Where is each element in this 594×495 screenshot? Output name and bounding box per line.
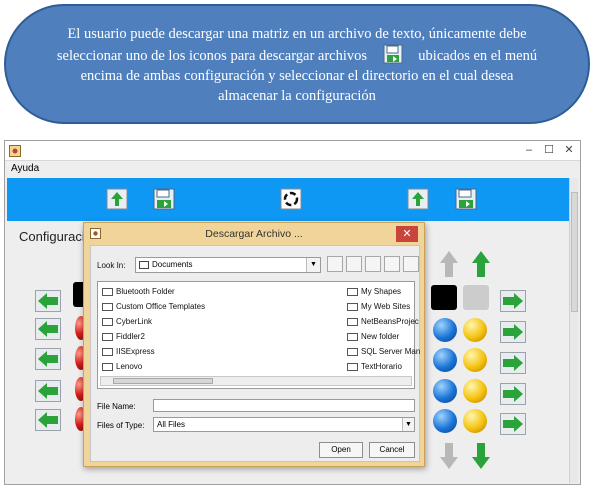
left-arrow-icon[interactable]	[35, 380, 61, 402]
right-arrow-icon[interactable]	[500, 290, 526, 312]
save-disk-icon[interactable]	[455, 188, 477, 210]
folder-icon	[102, 363, 113, 371]
upload-icon[interactable]	[407, 188, 429, 210]
matrix-cell[interactable]	[463, 348, 487, 372]
list-item[interactable]: Lenovo	[102, 361, 142, 373]
matrix-cell[interactable]	[431, 285, 457, 310]
left-arrow-icon[interactable]	[35, 409, 61, 431]
list-item[interactable]: Fiddler2	[102, 331, 145, 343]
file-type-label: Files of Type:	[97, 421, 145, 430]
file-name-label: File Name:	[97, 402, 136, 411]
matrix-cell[interactable]	[463, 285, 489, 310]
look-in-label: Look In:	[97, 261, 126, 270]
list-item[interactable]: IISExpress	[102, 346, 155, 358]
save-file-dialog: Descargar Archivo ... ✕ Look In: Documen…	[83, 222, 425, 467]
file-type-value: All Files	[157, 420, 186, 429]
folder-icon	[102, 303, 113, 311]
up-arrow-icon[interactable]	[470, 249, 492, 279]
reset-icon[interactable]	[280, 188, 302, 210]
folder-icon	[347, 333, 358, 341]
save-disk-icon[interactable]	[153, 188, 175, 210]
list-item[interactable]: TextHorario	[347, 361, 402, 373]
matrix-cell[interactable]	[463, 409, 487, 433]
title-bar: – ☐ ✕	[5, 141, 580, 161]
list-item[interactable]: My Web Sites	[347, 301, 410, 313]
java-app-icon	[9, 145, 21, 157]
right-arrow-icon[interactable]	[500, 352, 526, 374]
folder-icon	[102, 288, 113, 296]
dialog-body: Look In: Documents ▼ Bluetooth Folder Cu…	[90, 245, 420, 462]
close-button[interactable]: ✕	[562, 143, 576, 157]
folder-icon	[139, 261, 149, 269]
list-item[interactable]: Custom Office Templates	[102, 301, 205, 313]
right-arrow-icon[interactable]	[500, 383, 526, 405]
list-item[interactable]: Bluetooth Folder	[102, 286, 175, 298]
folder-icon	[347, 363, 358, 371]
minimize-button[interactable]: –	[522, 143, 536, 157]
chevron-down-icon[interactable]: ▼	[402, 418, 414, 431]
down-arrow-icon[interactable]	[470, 441, 492, 471]
java-app-icon	[90, 228, 101, 239]
folder-icon	[347, 288, 358, 296]
list-item[interactable]: SQL Server Man	[347, 346, 420, 358]
chevron-down-icon[interactable]: ▼	[306, 258, 320, 272]
left-arrow-icon[interactable]	[35, 318, 61, 340]
file-name-input[interactable]	[153, 399, 415, 412]
list-view-button[interactable]	[384, 256, 400, 272]
up-folder-button[interactable]	[327, 256, 343, 272]
folder-icon	[102, 318, 113, 326]
list-item[interactable]: CyberLink	[102, 316, 152, 328]
matrix-cell[interactable]	[463, 379, 487, 403]
matrix-cell[interactable]	[433, 409, 457, 433]
folder-icon	[347, 303, 358, 311]
look-in-select[interactable]: Documents ▼	[135, 257, 321, 273]
folder-icon	[102, 333, 113, 341]
details-view-button[interactable]	[403, 256, 419, 272]
matrix-cell[interactable]	[463, 318, 487, 342]
folder-icon	[347, 318, 358, 326]
menu-bar: Ayuda	[5, 161, 580, 177]
dialog-close-button[interactable]: ✕	[396, 226, 418, 242]
instruction-callout: El usuario puede descargar una matriz en…	[4, 4, 590, 124]
right-arrow-icon[interactable]	[500, 321, 526, 343]
down-arrow-icon[interactable]	[438, 441, 460, 471]
list-item[interactable]: New folder	[347, 331, 399, 343]
matrix-cell[interactable]	[433, 318, 457, 342]
file-type-select[interactable]: All Files ▼	[153, 417, 415, 432]
matrix-cell[interactable]	[433, 348, 457, 372]
file-list: Bluetooth Folder Custom Office Templates…	[97, 281, 420, 389]
folder-icon	[347, 348, 358, 356]
toolbar	[7, 178, 571, 221]
look-in-value: Documents	[152, 260, 193, 269]
upload-icon[interactable]	[106, 188, 128, 210]
left-arrow-icon[interactable]	[35, 348, 61, 370]
save-disk-icon	[383, 44, 403, 64]
list-item[interactable]: My Shapes	[347, 286, 401, 298]
dialog-title-bar: Descargar Archivo ... ✕	[84, 223, 424, 245]
open-button[interactable]: Open	[319, 442, 363, 458]
home-folder-button[interactable]	[346, 256, 362, 272]
folder-icon	[102, 348, 113, 356]
left-arrow-icon[interactable]	[35, 290, 61, 312]
cancel-button[interactable]: Cancel	[369, 442, 415, 458]
vertical-scrollbar[interactable]	[569, 178, 578, 483]
menu-help[interactable]: Ayuda	[11, 163, 39, 174]
dialog-title: Descargar Archivo ...	[205, 228, 303, 240]
horizontal-scrollbar[interactable]	[100, 376, 412, 386]
config-title: Configuraci	[19, 229, 85, 244]
list-item[interactable]: NetBeansProjec	[347, 316, 419, 328]
up-arrow-icon[interactable]	[438, 249, 460, 279]
right-arrow-icon[interactable]	[500, 413, 526, 435]
maximize-button[interactable]: ☐	[542, 143, 556, 157]
matrix-cell[interactable]	[433, 379, 457, 403]
new-folder-button[interactable]	[365, 256, 381, 272]
